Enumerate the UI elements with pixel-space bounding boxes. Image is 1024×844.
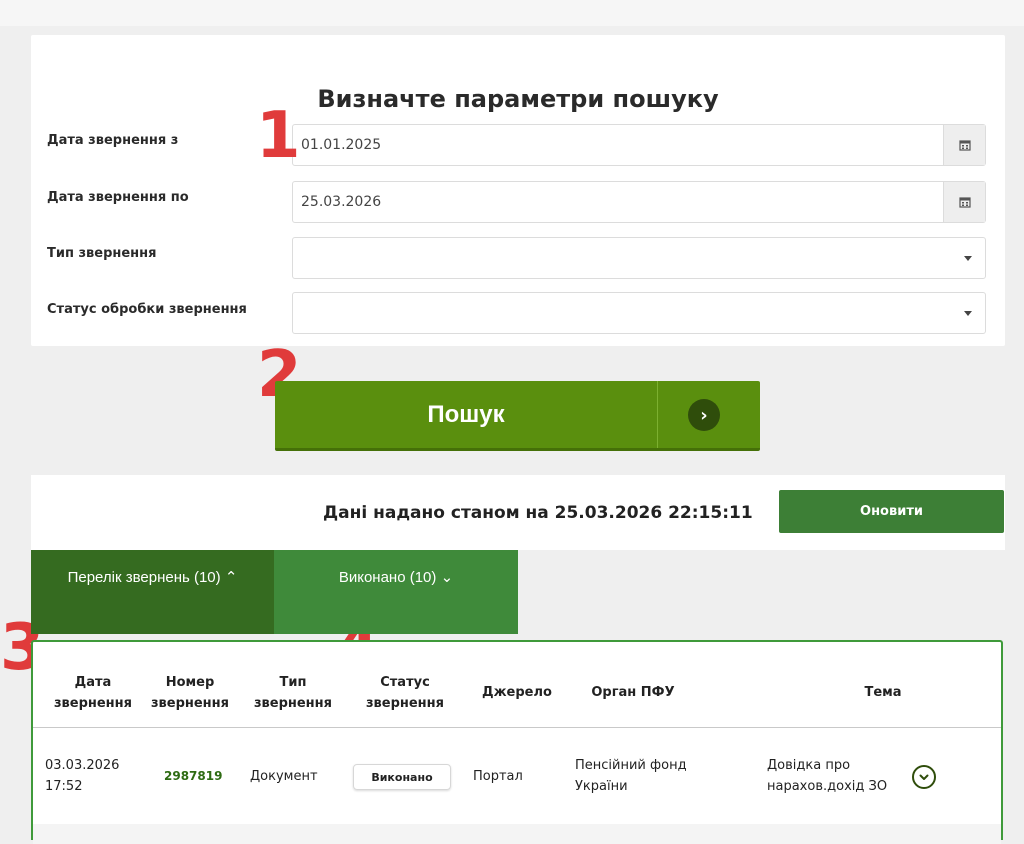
chevron-down-icon: ⌄ — [440, 569, 454, 586]
chevron-down-icon — [964, 311, 972, 316]
cell-organ-line2: України — [575, 779, 628, 794]
header-divider — [33, 727, 1001, 728]
type-label: Тип звернення — [47, 246, 157, 261]
data-timestamp-text: Дані надано станом на 25.03.2026 22:15:1… — [323, 503, 753, 523]
date-to-value: 25.03.2026 — [301, 194, 382, 210]
search-button-label: Пошук — [427, 401, 505, 428]
cell-time: 17:52 — [45, 779, 83, 794]
date-to-label: Дата звернення по — [47, 190, 189, 205]
tab-completed[interactable]: Виконано (10) ⌄ — [274, 550, 518, 634]
search-parameters-panel: Визначте параметри пошуку Дата звернення… — [31, 35, 1005, 346]
panel-title: Визначте параметри пошуку — [317, 85, 719, 113]
cell-type: Документ — [250, 769, 318, 784]
chevron-up-icon: ⌃ — [224, 569, 238, 586]
column-header-topic: Тема — [864, 685, 902, 700]
date-from-label: Дата звернення з — [47, 133, 179, 148]
tab-label: Виконано (10) — [338, 569, 437, 586]
cell-topic-line2: нарахов.дохід ЗО — [767, 779, 888, 794]
requests-table: Дата звернення Номер звернення Тип зверн… — [31, 640, 1003, 844]
cell-source: Портал — [473, 769, 523, 784]
arrow-right-icon: › — [688, 399, 720, 431]
column-header-number: Номер звернення — [150, 675, 229, 711]
annotation-marker-1: 1 — [256, 99, 301, 173]
column-header-date: Дата звернення — [53, 675, 132, 711]
search-button-divider — [657, 381, 658, 448]
cell-organ-line1: Пенсійний фонд — [575, 758, 687, 773]
type-select[interactable] — [292, 237, 986, 279]
column-header-type: Тип звернення — [253, 675, 332, 711]
expand-row-button[interactable] — [912, 765, 936, 789]
date-from-field[interactable]: 01.01.2025 — [292, 124, 986, 166]
next-row-area — [33, 824, 1001, 844]
column-header-source: Джерело — [482, 685, 552, 700]
chevron-down-icon — [919, 774, 929, 780]
date-to-field[interactable]: 25.03.2026 — [292, 181, 986, 223]
data-status-bar: Дані надано станом на 25.03.2026 22:15:1… — [31, 475, 1005, 550]
request-number-link[interactable]: 2987819 — [164, 766, 222, 787]
top-strip — [0, 0, 1024, 26]
calendar-icon[interactable] — [943, 125, 985, 165]
column-header-organ: Орган ПФУ — [591, 685, 675, 700]
status-select[interactable] — [292, 292, 986, 334]
status-badge: Виконано — [353, 764, 451, 790]
cell-date: 03.03.2026 — [45, 758, 120, 773]
chevron-down-icon — [964, 256, 972, 261]
refresh-button[interactable]: Оновити — [779, 490, 1004, 533]
tab-label: Перелік звернень (10) — [67, 569, 221, 586]
tab-requests-list[interactable]: Перелік звернень (10) ⌃ — [31, 550, 274, 634]
column-header-status: Статус звернення — [365, 675, 444, 711]
calendar-icon[interactable] — [943, 182, 985, 222]
status-label: Статус обробки звернення — [47, 302, 247, 317]
date-from-value: 01.01.2025 — [301, 137, 382, 153]
cell-topic-line1: Довідка про — [767, 758, 851, 773]
search-button[interactable]: Пошук › — [275, 381, 760, 451]
